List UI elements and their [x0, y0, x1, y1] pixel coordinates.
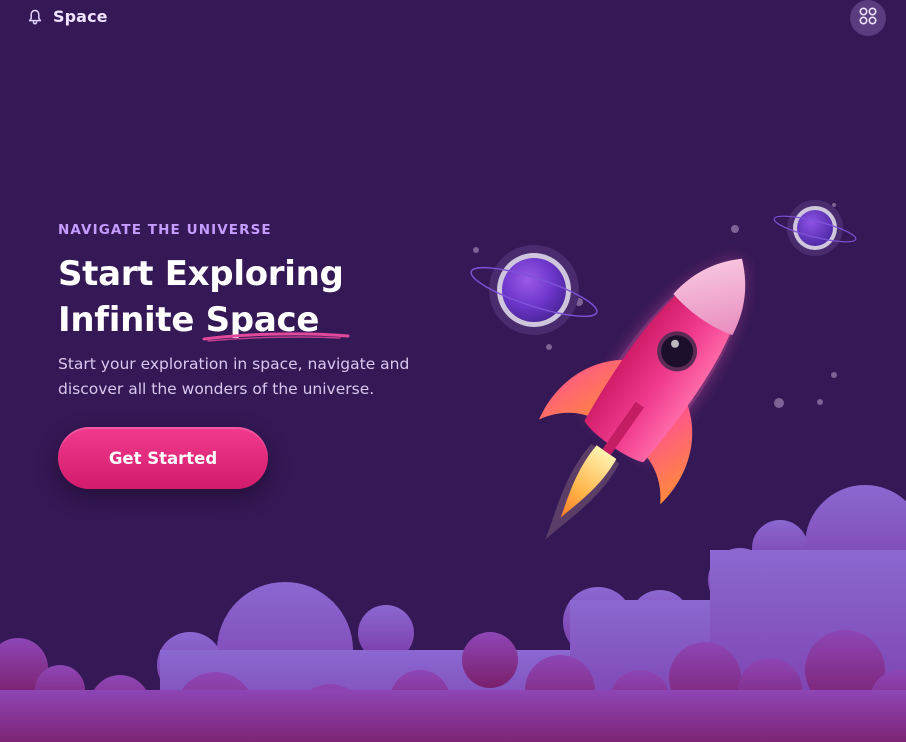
menu-button[interactable]	[850, 0, 886, 36]
get-started-button[interactable]: Get Started	[58, 427, 268, 489]
hero-eyebrow: NAVIGATE THE UNIVERSE	[58, 222, 272, 238]
hero-title-line2-prefix: Infinite	[58, 300, 206, 340]
planet-large	[470, 245, 598, 335]
hero-subtitle-line2: discover all the wonders of the universe…	[58, 380, 375, 398]
hero-title-line1: Start Exploring	[58, 254, 344, 294]
hero-title-highlight: Space	[205, 300, 320, 340]
hero-subtitle: Start your exploration in space, navigat…	[58, 352, 468, 402]
brand-name: Space	[53, 7, 108, 26]
brand-link[interactable]: Space	[28, 7, 108, 26]
hero-title: Start Exploring Infinite Space	[58, 251, 350, 343]
page: Space NAVIGATE THE UNIVERSE Start Explor…	[0, 0, 906, 742]
hero-subtitle-line1: Start your exploration in space, navigat…	[58, 355, 410, 373]
hero-title-highlight-wrap: Space	[202, 297, 350, 343]
planet-small	[773, 200, 857, 256]
bell-icon	[28, 9, 42, 25]
grid-icon	[859, 7, 877, 29]
top-navbar: Space	[0, 0, 906, 36]
